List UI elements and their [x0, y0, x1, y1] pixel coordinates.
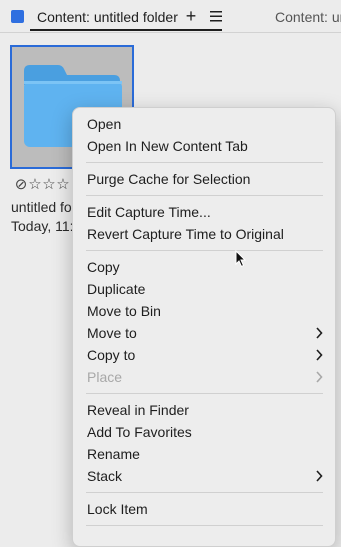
star-icon[interactable]: ☆	[56, 177, 70, 193]
chevron-right-icon	[316, 327, 323, 339]
tab-content-second[interactable]: Content: ur	[275, 9, 341, 25]
tab-content-untitled-folder[interactable]: Content: untitled folder	[37, 9, 178, 25]
star-icon[interactable]: ☆	[42, 177, 56, 193]
menu-separator	[86, 525, 323, 526]
reject-icon[interactable]: ⊘	[14, 177, 28, 193]
menu-item-lock-item[interactable]: Lock Item	[87, 500, 148, 518]
menu-item-stack[interactable]: Stack	[87, 467, 122, 485]
add-tab-button[interactable]: +	[183, 6, 199, 26]
menu-separator	[86, 393, 323, 394]
menu-item-revert-capture-time[interactable]: Revert Capture Time to Original	[87, 225, 284, 243]
star-icon[interactable]: ☆	[28, 177, 42, 193]
chevron-right-icon	[316, 371, 323, 383]
menu-item-open-new-tab[interactable]: Open In New Content Tab	[87, 137, 248, 155]
menu-separator	[86, 250, 323, 251]
active-tab-indicator	[30, 29, 222, 31]
menu-separator	[86, 162, 323, 163]
menu-item-edit-capture-time[interactable]: Edit Capture Time...	[87, 203, 211, 221]
menu-item-rename[interactable]: Rename	[87, 445, 140, 463]
menu-item-move-to[interactable]: Move to	[87, 324, 137, 342]
thumbnail-name: untitled fo	[11, 199, 72, 215]
chevron-right-icon	[316, 349, 323, 361]
menu-item-duplicate[interactable]: Duplicate	[87, 280, 145, 298]
rating-row: ⊘☆☆☆	[14, 177, 70, 193]
menu-separator	[86, 492, 323, 493]
menu-item-purge-cache[interactable]: Purge Cache for Selection	[87, 170, 250, 188]
menu-item-open[interactable]: Open	[87, 115, 121, 133]
chevron-right-icon	[316, 470, 323, 482]
menu-item-add-to-favorites[interactable]: Add To Favorites	[87, 423, 192, 441]
menu-item-reveal-in-finder[interactable]: Reveal in Finder	[87, 401, 189, 419]
menu-item-place: Place	[87, 369, 123, 385]
menu-item-move-to-bin[interactable]: Move to Bin	[87, 302, 161, 320]
content-panel-icon	[11, 10, 24, 23]
mouse-cursor-icon	[235, 250, 247, 268]
thumbnail-date: Today, 11:	[11, 218, 74, 234]
menu-separator	[86, 195, 323, 196]
menu-item-copy[interactable]: Copy	[87, 258, 120, 276]
menu-item-copy-to[interactable]: Copy to	[87, 346, 135, 364]
context-menu: Open Open In New Content Tab Purge Cache…	[72, 107, 336, 547]
tab-bar: Content: untitled folder + Content: ur	[0, 0, 341, 33]
panel-menu-icon[interactable]	[209, 9, 223, 23]
